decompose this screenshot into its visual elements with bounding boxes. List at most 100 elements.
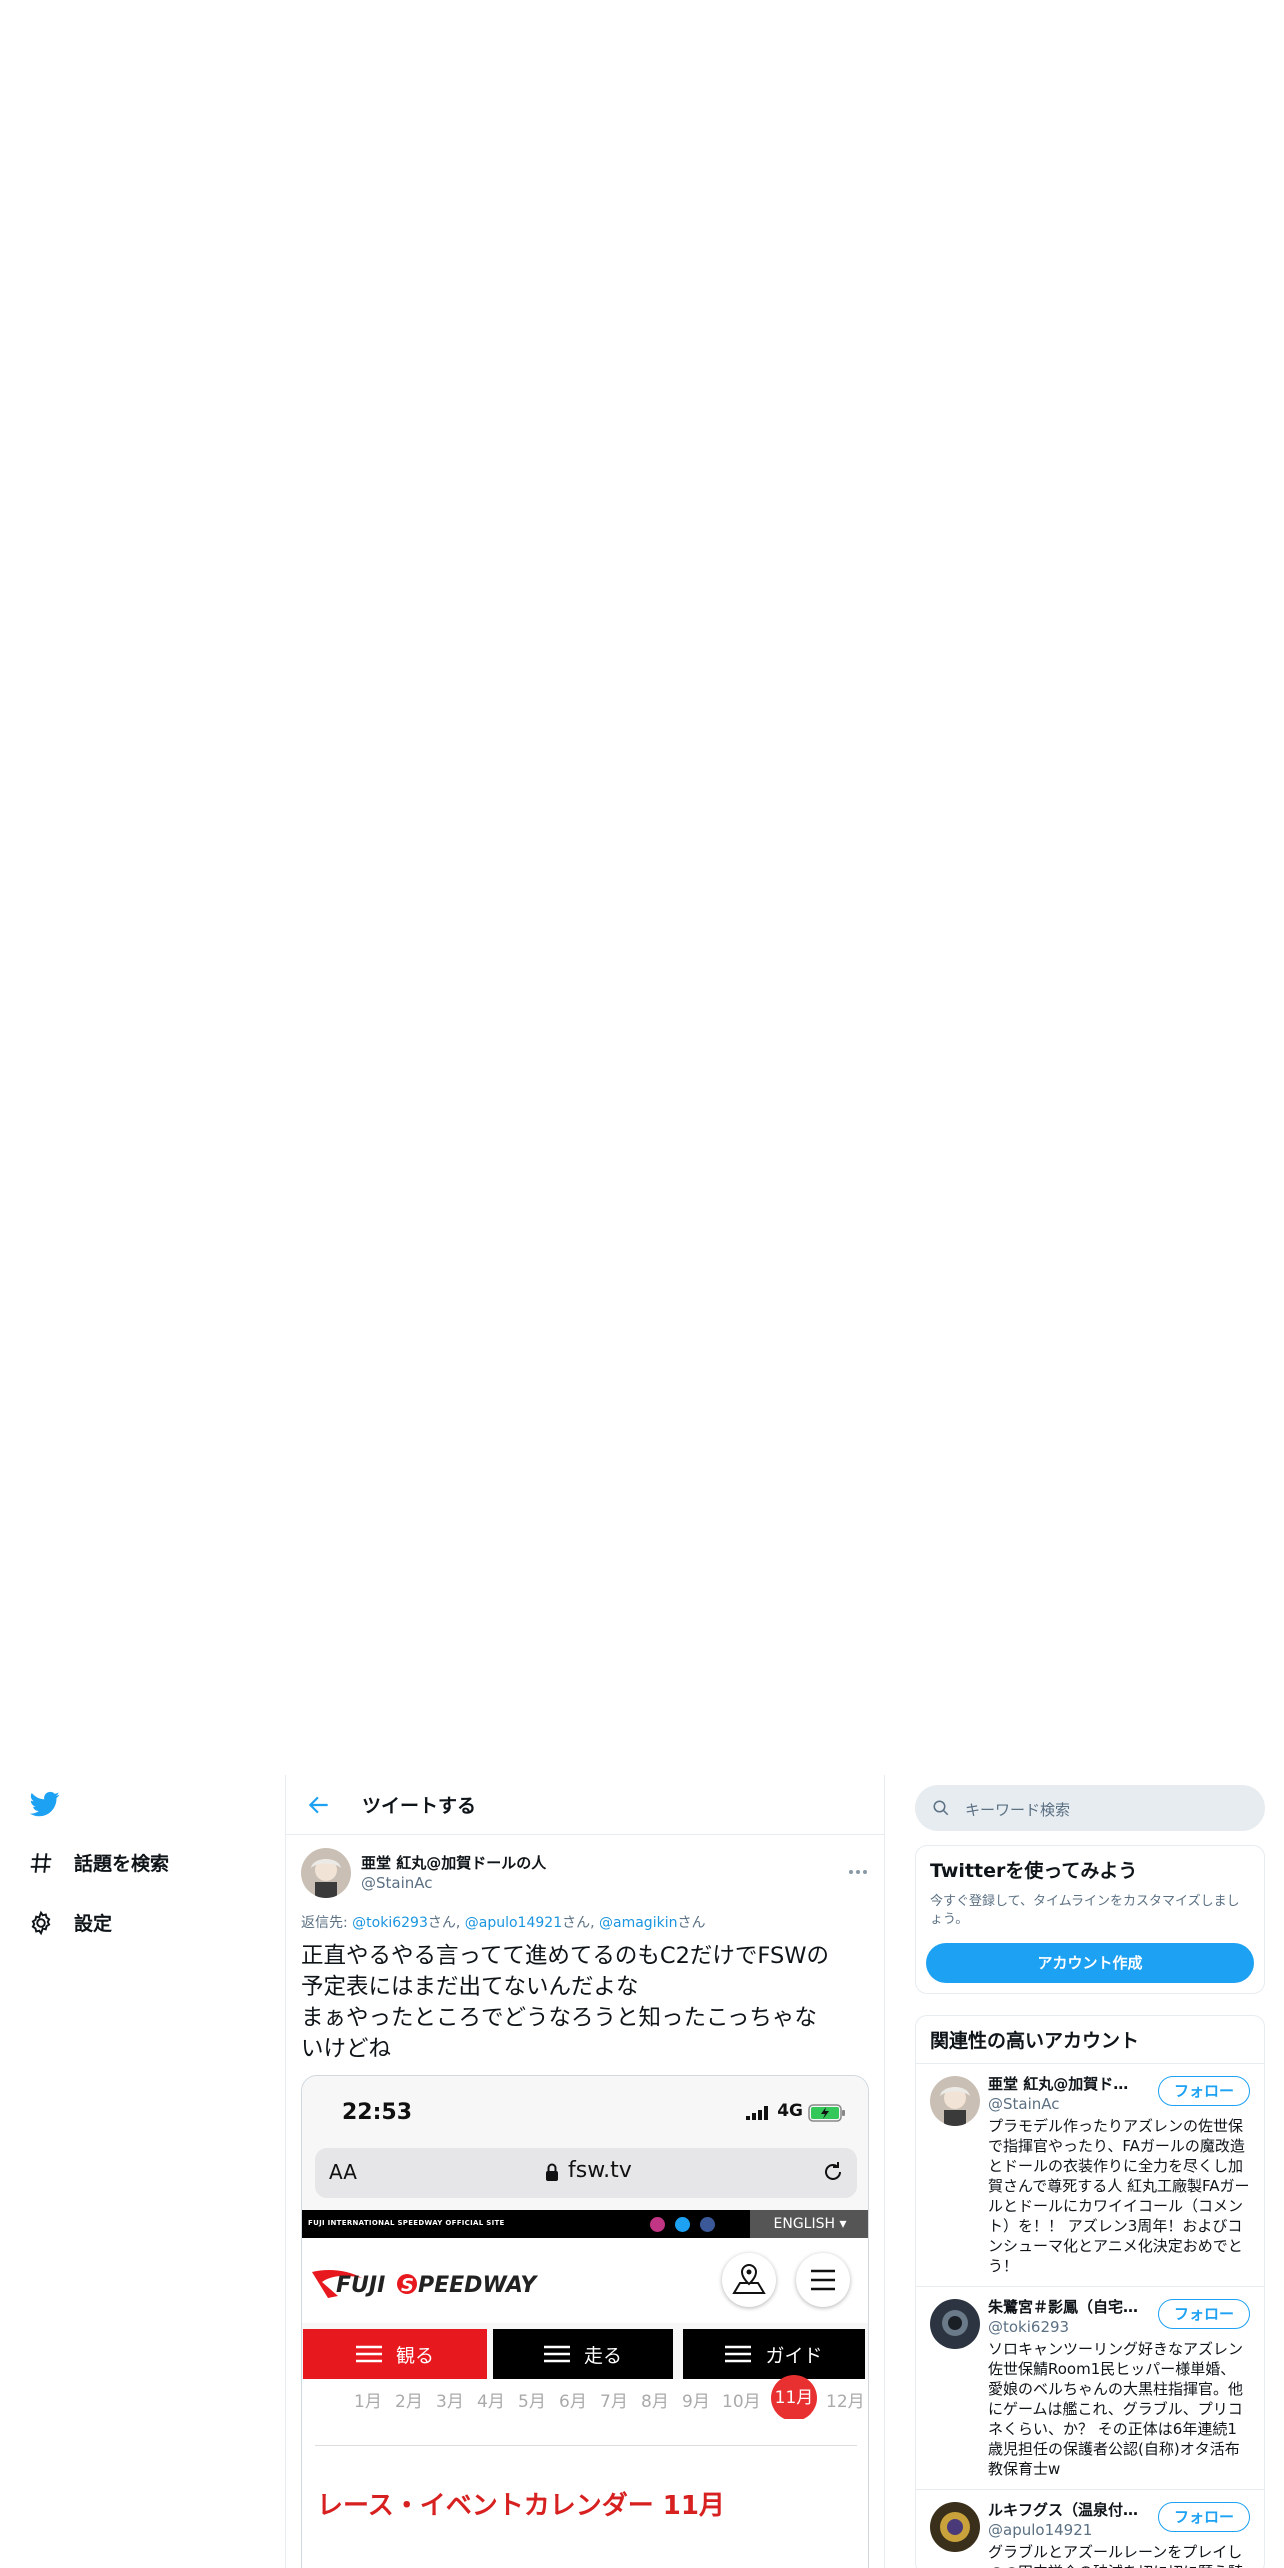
lock-icon: [546, 2163, 558, 2181]
mention-link[interactable]: @amagikin: [599, 1915, 677, 1931]
account-bio: ソロキャンツーリング好きなアズレン佐世保鯖Room1民ヒッパー様単婚、愛娘のベル…: [988, 2340, 1244, 2478]
tweet-header: ツイートする: [286, 1775, 884, 1835]
map-pin-icon: [732, 2263, 766, 2294]
menu-lines-icon: [355, 2345, 382, 2363]
account-item[interactable]: ルキフグス（温泉付きカーズ） @apulo14921 グラブルとアズールレーンを…: [916, 2489, 1264, 2568]
gear-icon: [31, 1910, 51, 1935]
account-bio: プラモデル作ったりアズレンの佐世保で指揮官やったり、FAガールの魔改造とドールの…: [988, 2117, 1250, 2275]
search-box[interactable]: キーワード検索: [915, 1785, 1265, 1831]
account-item[interactable]: 亜堂 紅丸@加賀ドールの人 @StainAc プラモデル作ったりアズレンの佐世保…: [916, 2063, 1264, 2286]
phone-status-bar: 22:53 4G: [302, 2076, 868, 2148]
month-selector: 1月 2月 3月 4月 5月 6月 7月 8月 9月 10月 11月 12月: [302, 2375, 868, 2421]
page: 話題を検索 設定 ツイートする 亜堂 紅丸@加賀ドールの人 @StainAc 返…: [0, 0, 1284, 2568]
site-tab-label: ガイド: [765, 2344, 823, 2367]
month-item: 10月: [722, 2392, 761, 2412]
account-name[interactable]: 亜堂 紅丸@加賀ドールの人: [988, 2074, 1140, 2094]
account-name[interactable]: 朱鷺宮＃影鳳（自宅警備中）: [988, 2297, 1140, 2317]
reload-icon: [825, 2162, 841, 2180]
site-top-bar: FUJI INTERNATIONAL SPEEDWAY OFFICIAL SIT…: [302, 2210, 868, 2238]
page-title: ツイートする: [362, 1795, 477, 1817]
tweet-image[interactable]: 22:53 4G AA fsw.tv FUJI INTERNATIONAL SP…: [301, 2075, 869, 2568]
back-arrow-icon[interactable]: [306, 1792, 332, 1818]
author-handle[interactable]: @StainAc: [361, 1873, 546, 1893]
site-tab-label: 観る: [395, 2344, 434, 2367]
account-name[interactable]: ルキフグス（温泉付きカーズ）: [988, 2500, 1140, 2520]
nav-settings-label: 設定: [74, 1913, 113, 1935]
month-item: 7月: [600, 2392, 628, 2412]
follow-button[interactable]: フォロー: [1158, 2076, 1250, 2106]
month-item: 3月: [436, 2392, 464, 2412]
follow-button[interactable]: フォロー: [1158, 2502, 1250, 2532]
right-divider: [884, 1775, 885, 2568]
mention-suffix: さん: [427, 1915, 456, 1931]
fuji-speedway-logo: FUJI S PEEDWAY: [312, 2270, 538, 2298]
language-selector: ENGLISH ▾: [750, 2210, 868, 2238]
official-site-label: FUJI INTERNATIONAL SPEEDWAY OFFICIAL SIT…: [308, 2219, 505, 2227]
reply-prefix: 返信先:: [301, 1915, 353, 1931]
search-icon: [933, 1800, 949, 1816]
svg-text:S: S: [401, 2275, 414, 2296]
avatar[interactable]: [301, 1848, 351, 1898]
map-button: [722, 2253, 776, 2307]
site-divider: [315, 2445, 857, 2446]
site-tab-label: 走る: [583, 2344, 622, 2367]
account-item[interactable]: 朱鷺宮＃影鳳（自宅警備中） @toki6293 ソロキャンツーリング好きなアズレ…: [916, 2286, 1264, 2489]
avatar[interactable]: [930, 2502, 980, 2552]
more-options-icon[interactable]: [847, 1867, 869, 1877]
mention-link[interactable]: @toki6293: [352, 1915, 428, 1931]
url-aa-label: AA: [329, 2160, 357, 2184]
url-text: fsw.tv: [568, 2158, 632, 2183]
month-item: 4月: [477, 2392, 505, 2412]
reply-to: 返信先: @toki6293さん, @apulo14921さん, @amagik…: [301, 1915, 706, 1931]
signup-subtitle: 今すぐ登録して、タイムラインをカスタマイズしましょう。: [930, 1894, 1240, 1927]
mention-link[interactable]: @apulo14921: [465, 1915, 562, 1931]
svg-text:FUJI: FUJI: [336, 2273, 385, 2298]
tweet-author[interactable]: 亜堂 紅丸@加賀ドールの人 @StainAc: [301, 1847, 869, 1899]
hamburger-menu-icon: [811, 2269, 835, 2291]
create-account-button[interactable]: アカウント作成: [926, 1943, 1254, 1983]
facebook-icon: [700, 2217, 715, 2232]
battery-icon: [808, 2104, 845, 2122]
menu-lines-icon: [543, 2345, 570, 2363]
tweet-text-line: 予定表にはまだ出てないんだよな: [301, 1974, 639, 2000]
tweet-column: ツイートする 亜堂 紅丸@加賀ドールの人 @StainAc 返信先: @toki…: [286, 1775, 884, 2568]
related-title: 関連性の高いアカウント: [930, 2030, 1140, 2052]
month-item: 1月: [354, 2392, 382, 2412]
search-input[interactable]: キーワード検索: [965, 1799, 1070, 1820]
menu-button: [796, 2253, 850, 2307]
site-tab-watch: 観る: [303, 2329, 487, 2379]
svg-text:PEEDWAY: PEEDWAY: [418, 2273, 538, 2298]
mention-suffix: さん: [677, 1915, 706, 1931]
tweet-text-line: 正直やるやる言ってて進めてるのもC2だけでFSWの: [301, 1943, 829, 1969]
month-item: 12月: [826, 2392, 865, 2412]
signal-icon: [746, 2106, 768, 2120]
twitter-logo-icon[interactable]: [28, 1789, 62, 1819]
site-tabs: 観る 走る ガイド: [302, 2329, 868, 2379]
nav-settings[interactable]: 設定: [28, 1909, 112, 1936]
signup-title: Twitterを使ってみよう: [930, 1860, 1138, 1882]
nav-explore-label: 話題を検索: [74, 1853, 170, 1875]
menu-lines-icon: [725, 2345, 752, 2363]
tweet: 亜堂 紅丸@加賀ドールの人 @StainAc 返信先: @toki6293さん,…: [286, 1847, 884, 2568]
browser-url-bar: AA fsw.tv: [315, 2148, 857, 2198]
tweet-text-line: いけどね: [301, 2036, 392, 2062]
hashtag-icon: [30, 1852, 52, 1873]
month-item: 8月: [641, 2392, 669, 2412]
avatar[interactable]: [930, 2076, 980, 2126]
calendar-title: レース・イベントカレンダー 11月: [317, 2491, 725, 2521]
author-name[interactable]: 亜堂 紅丸@加賀ドールの人: [361, 1853, 546, 1873]
avatar[interactable]: [930, 2299, 980, 2349]
mention-suffix: さん: [562, 1915, 591, 1931]
month-item: 5月: [518, 2392, 546, 2412]
text-size-button: AA: [329, 2160, 357, 2184]
site-content: レース・イベントカレンダー 11月: [302, 2419, 868, 2568]
related-accounts-card: 関連性の高いアカウント 亜堂 紅丸@加賀ドールの人 @StainAc プラモデル…: [915, 2015, 1265, 2568]
month-item: 9月: [682, 2392, 710, 2412]
nav-explore[interactable]: 話題を検索: [28, 1849, 169, 1876]
month-item: 2月: [395, 2392, 423, 2412]
account-bio: グラブルとアズールレーンをプレイしつつ田中謙介の破滅を切に切に願う騎: [988, 2543, 1243, 2568]
month-item-active: 11月: [771, 2375, 817, 2421]
twitter-icon: [675, 2217, 690, 2232]
follow-button[interactable]: フォロー: [1158, 2299, 1250, 2329]
site-tab-guide: ガイド: [683, 2329, 865, 2379]
